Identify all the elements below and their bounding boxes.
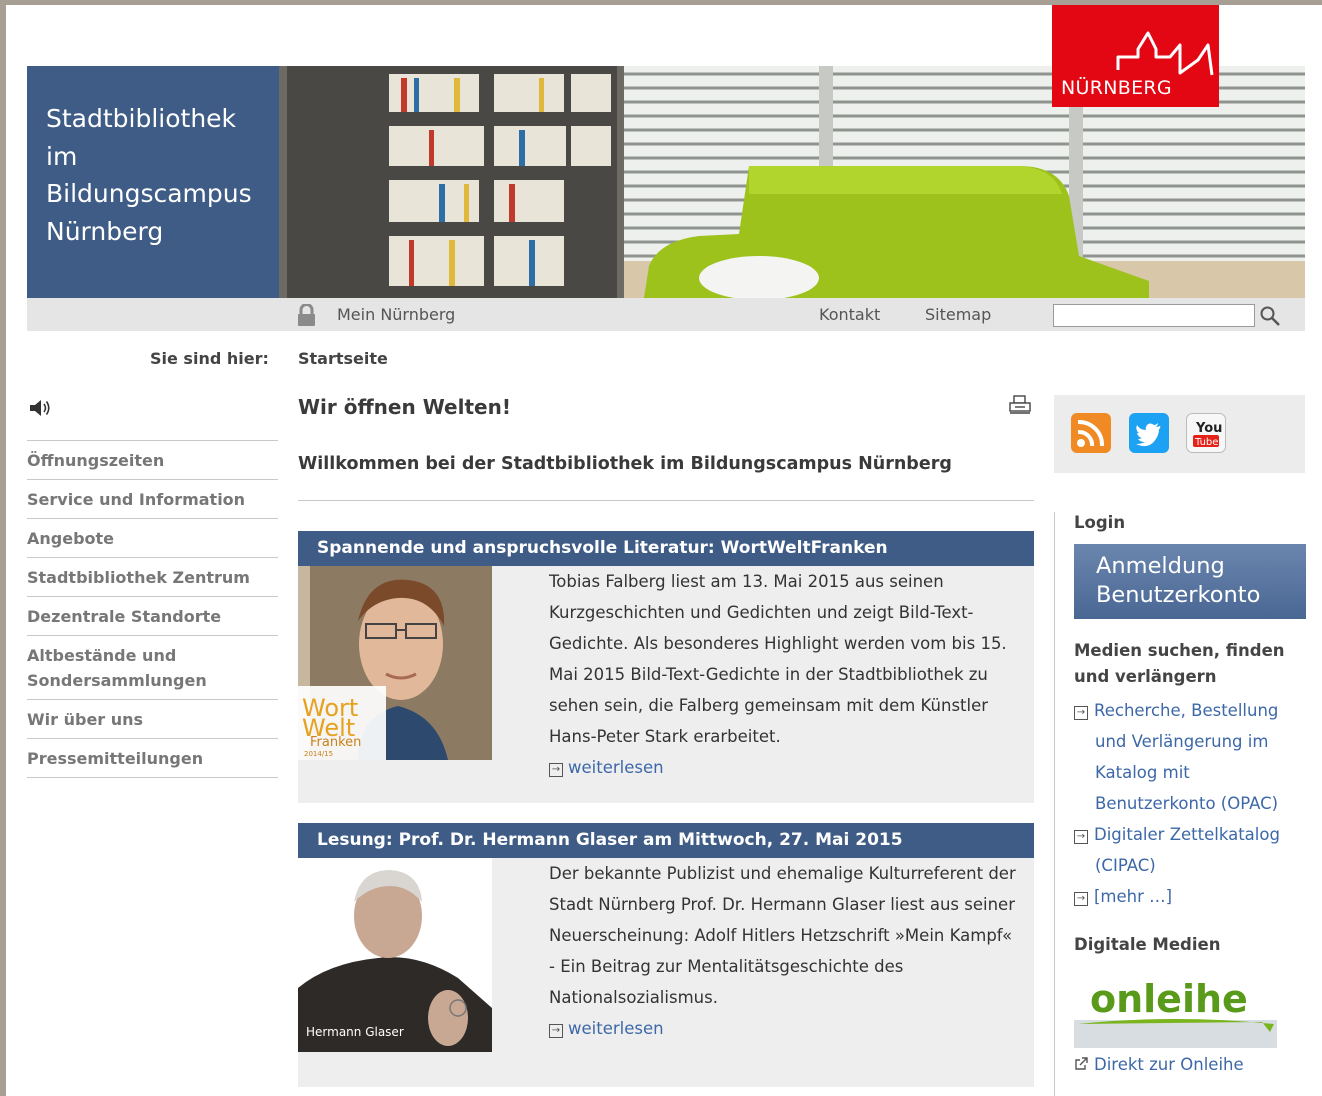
lock-icon: [298, 304, 315, 326]
opac-link-line-4: Benutzerkonto (OPAC): [1095, 794, 1279, 813]
page-title: Wir öffnen Welten!: [298, 395, 511, 419]
search-icon[interactable]: [1259, 305, 1281, 327]
onleihe-logo[interactable]: onleihe: [1074, 972, 1277, 1050]
opac-link[interactable]: → Recherche, Bestellung und Verlängerung …: [1074, 695, 1278, 819]
logo-text: NÜRNBERG: [1061, 77, 1172, 99]
login-button[interactable]: Anmeldung Benutzerkonto: [1074, 544, 1306, 619]
nav-item-pressemitteilungen[interactable]: Pressemitteilungen: [27, 739, 278, 778]
media-search-heading: Medien suchen, finden und verlängern: [1074, 638, 1285, 690]
teaser-text: Tobias Falberg liest am 13. Mai 2015 aus…: [549, 572, 1007, 746]
sitemap-link[interactable]: Sitemap: [925, 305, 991, 324]
teaser-image-portrait[interactable]: Wort Welt Franken 2014/15: [298, 566, 492, 760]
wortwelt-logo-word3: Franken: [310, 735, 361, 750]
image-caption: Hermann Glaser: [306, 1025, 404, 1039]
media-heading-line-2: und verlängern: [1074, 667, 1217, 686]
login-label: Login: [1074, 513, 1126, 532]
breadcrumb-current[interactable]: Startseite: [298, 349, 388, 368]
arrow-link-icon: →: [1074, 830, 1088, 844]
site-title-line-2: im: [46, 141, 78, 171]
window-frame-left: [0, 0, 6, 1096]
opac-link-line-3: Katalog mit: [1095, 763, 1190, 782]
site-title-line-3: Bildungscampus: [46, 179, 252, 208]
left-navigation: Öffnungszeiten Service und Information A…: [27, 440, 278, 778]
kontakt-link[interactable]: Kontakt: [819, 305, 880, 324]
nav-item-service[interactable]: Service und Information: [27, 480, 278, 519]
nav-item-wir-ueber-uns[interactable]: Wir über uns: [27, 700, 278, 739]
teaser-title[interactable]: Lesung: Prof. Dr. Hermann Glaser am Mitt…: [298, 823, 1034, 858]
nav-item-sondersammlungen[interactable]: Altbestände und Sondersammlungen: [27, 636, 278, 700]
arrow-link-icon: →: [549, 763, 563, 777]
speaker-icon[interactable]: [28, 397, 52, 419]
nav-item-oeffnungszeiten[interactable]: Öffnungszeiten: [27, 441, 278, 480]
mehr-link-text: [mehr …]: [1094, 887, 1173, 906]
cipac-link-text-1: Digitaler Zettelkatalog: [1094, 825, 1280, 844]
youtube-word-you: You: [1195, 421, 1222, 436]
social-media-box: You Tube: [1054, 395, 1305, 473]
media-heading-line-1: Medien suchen, finden: [1074, 641, 1285, 660]
opac-link-line-1: → Recherche, Bestellung: [1074, 701, 1278, 720]
arrow-link-icon: →: [549, 1024, 563, 1038]
arrow-link-icon: →: [1074, 706, 1088, 720]
cipac-link-line-1: → Digitaler Zettelkatalog: [1074, 825, 1280, 844]
weiterlesen-link[interactable]: → weiterlesen: [549, 758, 664, 777]
print-icon[interactable]: [1009, 395, 1031, 415]
cipac-link-line-2: (CIPAC): [1095, 856, 1156, 875]
youtube-icon[interactable]: You Tube: [1186, 413, 1226, 453]
onleihe-link[interactable]: Direkt zur Onleihe: [1074, 1049, 1244, 1080]
cipac-link[interactable]: → Digitaler Zettelkatalog (CIPAC): [1074, 819, 1280, 881]
nuernberg-logo[interactable]: NÜRNBERG: [1052, 5, 1219, 107]
weiterlesen-label: weiterlesen: [568, 758, 664, 777]
teaser-image-portrait[interactable]: Hermann Glaser: [298, 858, 492, 1052]
onleihe-link-text: Direkt zur Onleihe: [1094, 1055, 1244, 1074]
site-title-line-4: Nürnberg: [46, 216, 164, 246]
nav-item-angebote[interactable]: Angebote: [27, 519, 278, 558]
teaser-wortweltfranken: Spannende und anspruchsvolle Literatur: …: [298, 531, 1034, 803]
weiterlesen-label: weiterlesen: [568, 1019, 664, 1038]
teaser-lesung-glaser: Lesung: Prof. Dr. Hermann Glaser am Mitt…: [298, 823, 1034, 1087]
digital-media-heading: Digitale Medien: [1074, 935, 1221, 954]
youtube-word-tube: Tube: [1194, 437, 1218, 448]
divider: [298, 500, 1034, 501]
weiterlesen-link[interactable]: → weiterlesen: [549, 1019, 664, 1038]
sidebar-divider: [1054, 512, 1055, 1096]
onleihe-logo-text: onleihe: [1090, 977, 1248, 1021]
rss-icon[interactable]: [1071, 413, 1111, 453]
welcome-heading: Willkommen bei der Stadtbibliothek im Bi…: [298, 454, 952, 474]
wortwelt-logo-year: 2014/15: [304, 750, 333, 758]
nav-item-standorte[interactable]: Dezentrale Standorte: [27, 597, 278, 636]
search-input[interactable]: [1053, 304, 1255, 327]
site-title[interactable]: Stadtbibliothek im Bildungscampus Nürnbe…: [27, 66, 279, 298]
mehr-link-line-1: → [mehr …]: [1074, 887, 1172, 906]
nav-item-zentrum[interactable]: Stadtbibliothek Zentrum: [27, 558, 278, 597]
login-button-line-1: Anmeldung: [1096, 553, 1225, 579]
mein-nuernberg-link[interactable]: Mein Nürnberg: [337, 305, 455, 324]
breadcrumb-label: Sie sind hier:: [150, 349, 269, 368]
opac-link-line-2: und Verlängerung im: [1095, 732, 1269, 751]
mehr-link[interactable]: → [mehr …]: [1074, 881, 1172, 912]
login-button-line-2: Benutzerkonto: [1096, 581, 1261, 608]
external-link-icon: [1075, 1057, 1088, 1070]
opac-link-text-1: Recherche, Bestellung: [1094, 701, 1279, 720]
arrow-link-icon: →: [1074, 892, 1088, 906]
teaser-text: Der bekannte Publizist und ehemalige Kul…: [549, 864, 1016, 1007]
twitter-icon[interactable]: [1129, 413, 1169, 453]
site-title-line-1: Stadtbibliothek: [46, 104, 237, 133]
teaser-title[interactable]: Spannende und anspruchsvolle Literatur: …: [298, 531, 1034, 566]
